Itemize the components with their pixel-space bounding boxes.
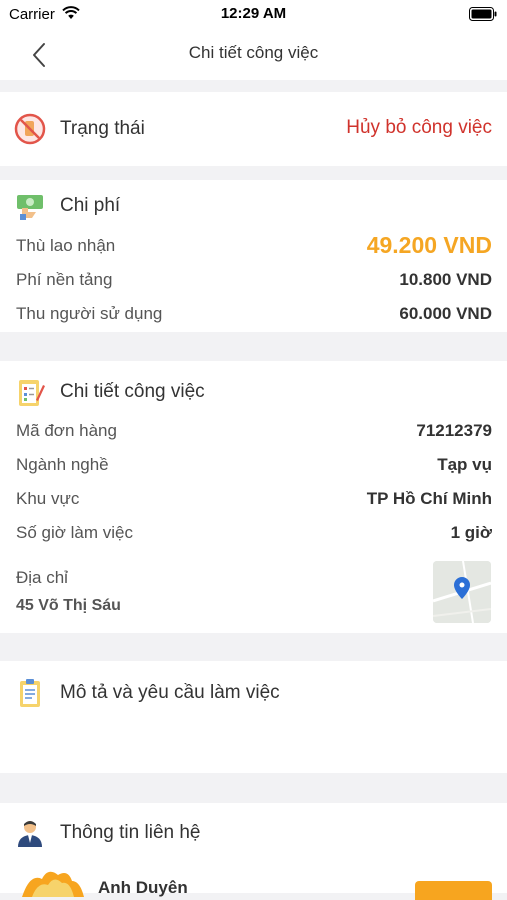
clock: 12:29 AM [220, 5, 287, 22]
page-title: Chi tiết công việc [188, 43, 319, 62]
call-button[interactable] [415, 881, 492, 900]
detail-label: Số giờ làm việc [16, 523, 133, 542]
description-card: Mô tả và yêu cầu làm việc [0, 661, 507, 773]
contact-card: Thông tin liên hệ Anh Duyên [0, 803, 507, 900]
contact-name: Anh Duyên [98, 878, 188, 897]
detail-label: Mã đơn hàng [16, 421, 117, 440]
avatar [22, 867, 84, 897]
contact-title: Thông tin liên hệ [60, 822, 201, 843]
status-bar: Carrier 12:29 AM [0, 0, 507, 30]
description-title: Mô tả và yêu cầu làm việc [60, 682, 280, 703]
battery-icon [469, 7, 497, 26]
cancel-icon [14, 113, 46, 145]
status-label: Trạng thái [60, 118, 145, 139]
detail-row: Khu vực TP Hồ Chí Minh [16, 489, 492, 509]
detail-value: 1 giờ [450, 523, 492, 542]
cost-value: 60.000 VND [399, 304, 492, 323]
person-icon [14, 817, 46, 849]
cost-row: Thù lao nhận 49.200 VND [16, 232, 492, 259]
checklist-icon [14, 376, 46, 408]
detail-value: 71212379 [416, 421, 492, 440]
clipboard-icon [14, 677, 46, 709]
cost-card: Chi phí Thù lao nhận 49.200 VND Phí nền … [0, 180, 507, 332]
address-label: Địa chỉ [16, 568, 68, 587]
cost-row: Phí nền tảng 10.800 VND [16, 270, 492, 290]
status-card: Trạng thái Hủy bỏ công việc [0, 92, 507, 166]
status-value: Hủy bỏ công việc [346, 117, 492, 138]
cost-label: Thu người sử dụng [16, 304, 163, 323]
cost-label: Phí nền tảng [16, 270, 113, 289]
detail-row: Mã đơn hàng 71212379 [16, 421, 492, 441]
detail-title: Chi tiết công việc [60, 381, 205, 402]
money-icon [14, 190, 46, 222]
nav-bar: Chi tiết công việc [0, 30, 507, 80]
cost-title: Chi phí [60, 195, 121, 216]
cost-label: Thù lao nhận [16, 235, 116, 255]
detail-value: TP Hồ Chí Minh [366, 489, 492, 508]
payout-value: 49.200 VND [366, 232, 492, 258]
detail-label: Khu vực [16, 489, 80, 508]
cost-row: Thu người sử dụng 60.000 VND [16, 304, 492, 324]
map-thumbnail[interactable] [433, 561, 491, 623]
detail-value: Tạp vụ [437, 455, 492, 474]
detail-row: Ngành nghề Tạp vụ [16, 455, 492, 475]
detail-label: Ngành nghề [16, 455, 109, 474]
cost-value: 10.800 VND [399, 270, 492, 289]
detail-row: Số giờ làm việc 1 giờ [16, 523, 492, 543]
job-detail-card: Chi tiết công việc Mã đơn hàng 71212379 … [0, 361, 507, 633]
address-value: 45 Võ Thị Sáu [16, 597, 121, 614]
